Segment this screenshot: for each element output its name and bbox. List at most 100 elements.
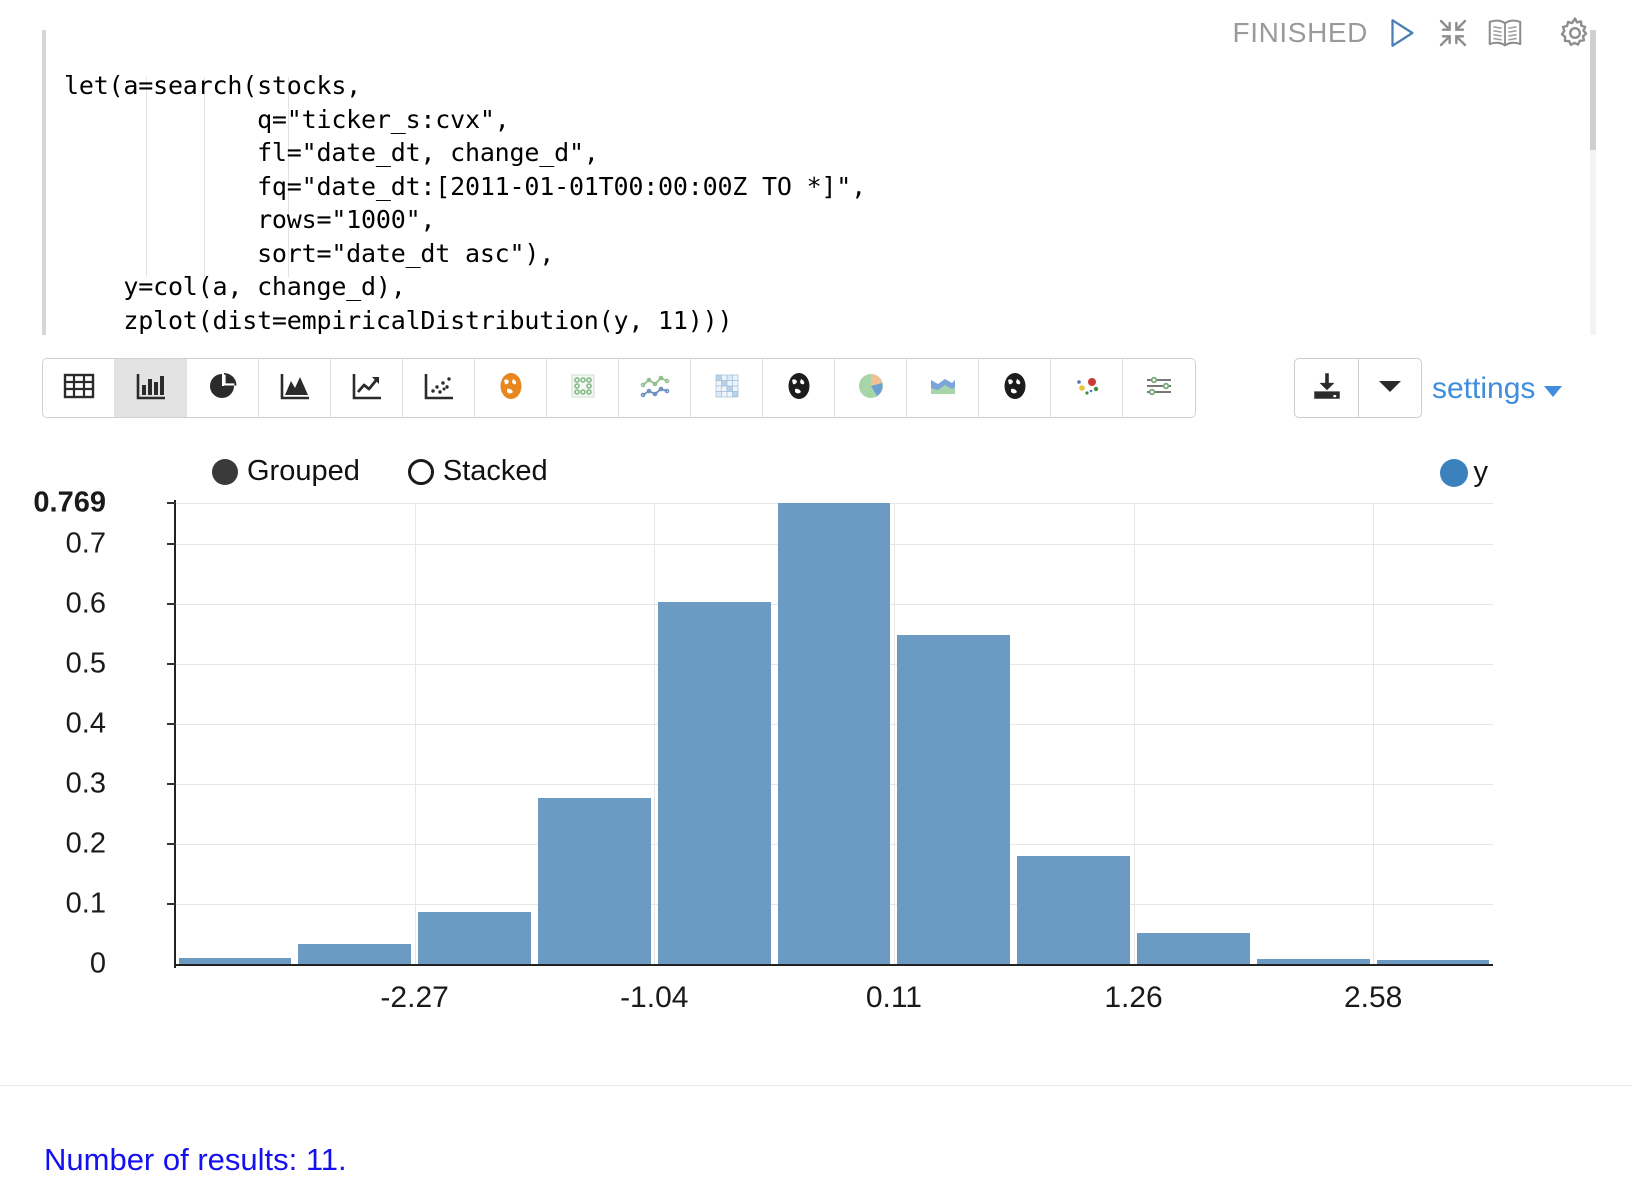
chevron-down-icon (1377, 378, 1403, 399)
y-axis-tick-label: 0.3 (0, 768, 106, 801)
radio-stacked-label: Stacked (443, 455, 548, 488)
multi-line-icon (639, 371, 671, 406)
y-axis-tick-label: 0.6 (0, 588, 106, 621)
globe-dark-view[interactable] (763, 359, 835, 417)
radio-selected-icon (212, 459, 238, 485)
x-axis-tick-label: -1.04 (620, 981, 688, 1015)
run-icon[interactable] (1382, 14, 1420, 52)
chart-container: Grouped Stacked y 0.7690.70.60.50.40.30.… (42, 440, 1596, 1060)
chart-bar[interactable] (778, 503, 891, 964)
chart-bar[interactable] (298, 944, 411, 964)
bubble-view[interactable] (1051, 359, 1123, 417)
chart-bar[interactable] (179, 958, 292, 964)
y-axis-tick-label: 0.1 (0, 888, 106, 921)
chart-bar[interactable] (1377, 960, 1490, 964)
multi-line-view[interactable] (619, 359, 691, 417)
download-button[interactable] (1295, 359, 1359, 417)
pie-green-view[interactable] (835, 359, 907, 417)
y-axis-tick-label: 0.5 (0, 648, 106, 681)
y-axis-tick-label: 0.2 (0, 828, 106, 861)
y-axis-tick-mark (167, 783, 176, 785)
result-count-label: Number of results: 11. (44, 1142, 347, 1178)
gridline-vertical (894, 503, 895, 964)
stream-area-view[interactable] (907, 359, 979, 417)
export-dropdown-caret[interactable] (1359, 359, 1421, 417)
status-badge: FINISHED (1233, 17, 1368, 49)
chart-bar[interactable] (658, 602, 771, 964)
settings-toggle[interactable]: settings (1432, 372, 1562, 406)
bar-chart-icon (135, 371, 167, 406)
footer-divider (0, 1085, 1632, 1086)
chart-bar[interactable] (1257, 959, 1370, 964)
y-axis-tick-label: 0.7 (0, 528, 106, 561)
parallel-coords-view[interactable] (1123, 359, 1195, 417)
chart-mode-radiogroup[interactable]: Grouped Stacked (212, 455, 548, 488)
x-axis-tick-label: 0.11 (866, 981, 922, 1015)
radio-grouped[interactable]: Grouped (212, 455, 360, 488)
globe-dark-2-icon (1000, 370, 1030, 407)
gridline-vertical (1134, 503, 1135, 964)
area-chart-icon (279, 371, 311, 406)
export-group[interactable] (1294, 358, 1422, 418)
chart-bar[interactable] (1017, 856, 1130, 965)
x-axis-tick-label: 1.26 (1104, 981, 1162, 1015)
bubble-icon (1071, 371, 1103, 406)
chart-bar[interactable] (538, 798, 651, 964)
radio-unselected-icon (408, 459, 434, 485)
radio-stacked[interactable]: Stacked (408, 455, 548, 488)
code-text[interactable]: let(a=search(stocks, q="ticker_s:cvx", f… (46, 55, 1596, 310)
chart-legend[interactable]: y (1440, 456, 1489, 489)
dot-matrix-icon (567, 371, 599, 406)
parallel-coords-icon (1143, 371, 1175, 406)
y-axis-tick-label: 0 (0, 948, 106, 981)
globe-orange-icon (496, 370, 526, 407)
heatmap-view[interactable] (691, 359, 763, 417)
legend-series-label: y (1474, 456, 1489, 489)
legend-series-color (1440, 459, 1468, 487)
globe-dark-icon (784, 370, 814, 407)
gridline-vertical (654, 503, 655, 964)
y-axis-tick-mark (167, 903, 176, 905)
editor-status-bar: FINISHED (1233, 14, 1524, 52)
x-axis-tick-label: -2.27 (380, 981, 448, 1015)
radio-grouped-label: Grouped (247, 455, 360, 488)
y-axis-tick-label: 0.4 (0, 708, 106, 741)
chart-bar[interactable] (897, 635, 1010, 964)
line-chart-view[interactable] (331, 359, 403, 417)
gear-icon[interactable] (1556, 14, 1594, 52)
download-icon (1310, 370, 1344, 407)
gridline-vertical (415, 503, 416, 964)
y-axis-tick-mark (167, 603, 176, 605)
gridline-vertical (1373, 503, 1374, 964)
code-editor[interactable]: let(a=search(stocks, q="ticker_s:cvx", f… (42, 30, 1596, 335)
dot-matrix-view[interactable] (547, 359, 619, 417)
scatter-chart-view[interactable] (403, 359, 475, 417)
stream-area-icon (927, 371, 959, 406)
pie-chart-view[interactable] (187, 359, 259, 417)
bar-chart-view[interactable] (115, 359, 187, 417)
x-axis-line (175, 964, 1493, 966)
y-axis-tick-mark (167, 663, 176, 665)
scatter-chart-icon (423, 371, 455, 406)
map-orange-view[interactable] (475, 359, 547, 417)
chart-bar[interactable] (1137, 933, 1250, 964)
y-axis-tick-mark (167, 543, 176, 545)
chart-bar[interactable] (418, 912, 531, 964)
pie-green-icon (855, 371, 887, 406)
pie-chart-icon (207, 371, 239, 406)
book-icon[interactable] (1486, 14, 1524, 52)
settings-label: settings (1432, 372, 1535, 406)
heatmap-icon (711, 371, 743, 406)
visualization-toolbar[interactable] (42, 358, 1196, 418)
chevron-down-icon (1544, 386, 1562, 397)
collapse-icon[interactable] (1434, 14, 1472, 52)
line-chart-icon (351, 371, 383, 406)
notebook-paragraph: let(a=search(stocks, q="ticker_s:cvx", f… (0, 0, 1632, 1202)
bars-and-grid (175, 503, 1493, 964)
area-chart-view[interactable] (259, 359, 331, 417)
y-axis-tick-mark (167, 843, 176, 845)
y-axis-tick-label: 0.769 (0, 487, 106, 520)
table-icon (63, 371, 95, 406)
globe-dark-2-view[interactable] (979, 359, 1051, 417)
table-view[interactable] (43, 359, 115, 417)
